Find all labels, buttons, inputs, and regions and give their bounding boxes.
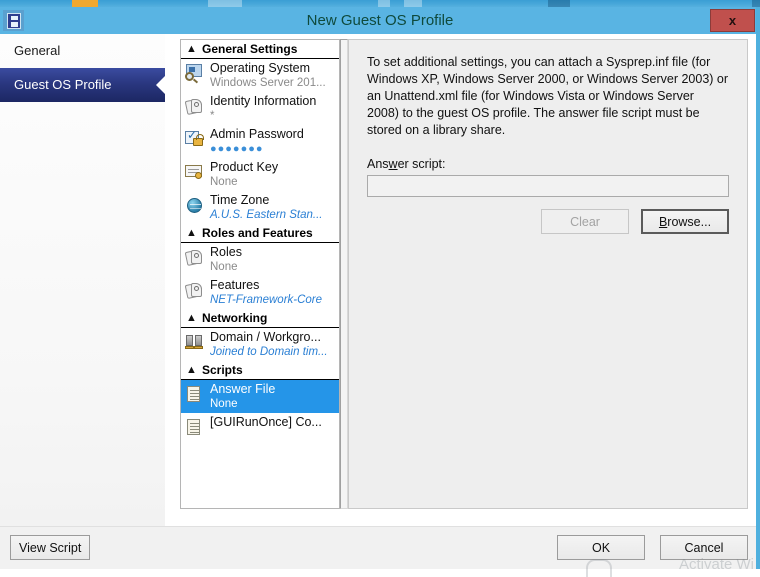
tree-row-value: A.U.S. Eastern Stan... [210, 209, 323, 221]
browse-button[interactable]: Browse... [641, 209, 729, 234]
view-script-button[interactable]: View Script [10, 535, 91, 560]
background-taskbar-strip [0, 0, 760, 7]
tree-row-title: Admin Password [210, 127, 304, 141]
tree-row-value: Windows Server 201... [210, 77, 326, 89]
collapse-up-icon[interactable]: ▲ [185, 309, 198, 328]
tree-section-header-roles-and-features[interactable]: ▲ Roles and Features [181, 224, 339, 243]
tree-row-value: NET-Framework-Core [210, 294, 323, 306]
tree-row-title: Domain / Workgro... [210, 330, 321, 344]
cancel-button[interactable]: Cancel [660, 535, 748, 560]
tree-row-title: Roles [210, 245, 242, 259]
tree-row-product-key[interactable]: Product Key None [181, 158, 339, 191]
tree-row-title: Operating System [210, 61, 311, 75]
tree-row-title: Answer File [210, 382, 276, 396]
title-bar: New Guest OS Profile x [0, 7, 760, 34]
tree-row-time-zone[interactable]: Time Zone A.U.S. Eastern Stan... [181, 191, 339, 224]
detail-button-row: Clear Browse... [367, 209, 729, 234]
tree-row-operating-system[interactable]: Operating System Windows Server 201... [181, 59, 339, 92]
sidebar-item-label: General [14, 43, 61, 58]
taskbar-chip [548, 0, 570, 7]
tree-row-value: Joined to Domain tim... [210, 346, 328, 358]
tree-row-value: None [210, 176, 238, 188]
tree-scrollbar[interactable] [340, 39, 348, 509]
activate-windows-watermark-icon [586, 559, 612, 577]
tree-row-title: Identity Information [210, 94, 317, 108]
tree-row-domain-workgroup[interactable]: Domain / Workgro... Joined to Domain tim… [181, 328, 339, 361]
tree-section-label: Networking [202, 310, 268, 325]
settings-tree[interactable]: ▲ General Settings Operating System Wind… [180, 39, 340, 509]
tree-row-title: Features [210, 278, 260, 292]
tree-section-header-scripts[interactable]: ▲ Scripts [181, 361, 339, 380]
features-tags-icon [184, 280, 207, 302]
tree-row-value: ●●●●●●● [210, 143, 264, 155]
tree-row-title: [GUIRunOnce] Co... [210, 415, 322, 429]
tree-section-label: General Settings [202, 41, 298, 56]
window-title: New Guest OS Profile [306, 12, 454, 29]
tree-section-label: Scripts [202, 362, 243, 377]
taskbar-chip [404, 0, 422, 7]
dialog-footer: View Script OK Cancel Activate Wi [0, 526, 760, 577]
admin-password-icon [185, 128, 207, 151]
tree-row-value: * [210, 110, 215, 122]
sidebar-nav: General Guest OS Profile [0, 34, 166, 526]
tree-row-guirunonce-commands[interactable]: [GUIRunOnce] Co... [181, 413, 339, 446]
answer-file-icon [185, 384, 207, 406]
domain-workgroup-icon [185, 332, 207, 354]
tree-row-features[interactable]: Features NET-Framework-Core [181, 276, 339, 309]
answer-script-label: Answer script: [367, 157, 446, 171]
tree-row-roles[interactable]: Roles None [181, 243, 339, 276]
tree-section-label: Roles and Features [202, 225, 313, 240]
tree-row-admin-password[interactable]: Admin Password ●●●●●●● [181, 125, 339, 158]
roles-tags-icon [184, 247, 207, 269]
dialog-window: New Guest OS Profile x General Guest OS … [0, 7, 760, 577]
taskbar-chip [208, 0, 242, 7]
clear-button[interactable]: Clear [541, 209, 629, 234]
tree-row-title: Time Zone [210, 193, 270, 207]
tree-row-value: None [210, 398, 238, 410]
selection-arrow-icon [156, 76, 165, 94]
product-key-icon [185, 162, 207, 184]
detail-panel: To set additional settings, you can atta… [348, 39, 748, 509]
guirunonce-icon [185, 417, 207, 439]
answer-script-input[interactable] [367, 175, 729, 197]
sidebar-item-general[interactable]: General [0, 34, 165, 68]
taskbar-chip [72, 0, 98, 7]
tree-row-title: Product Key [210, 160, 279, 174]
tree-row-identity-information[interactable]: Identity Information * [181, 92, 339, 125]
collapse-up-icon[interactable]: ▲ [185, 361, 198, 380]
close-button[interactable]: x [710, 9, 755, 32]
time-zone-icon [185, 195, 207, 217]
taskbar-chip [378, 0, 390, 7]
background-right-edge [756, 7, 760, 569]
sidebar-item-guest-os-profile[interactable]: Guest OS Profile [0, 68, 165, 102]
identity-tags-icon [184, 96, 207, 118]
detail-description: To set additional settings, you can atta… [367, 55, 729, 137]
taskbar-chip [752, 0, 760, 7]
collapse-up-icon[interactable]: ▲ [185, 40, 198, 59]
tree-section-header-general-settings[interactable]: ▲ General Settings [181, 40, 339, 59]
operating-system-icon [185, 63, 207, 85]
tree-row-answer-file[interactable]: Answer File None [181, 380, 339, 413]
sidebar-item-label: Guest OS Profile [14, 77, 112, 92]
dialog-content: General Guest OS Profile ▲ General Setti… [0, 34, 760, 526]
tree-row-value: None [210, 261, 238, 273]
ok-button[interactable]: OK [557, 535, 645, 560]
collapse-up-icon[interactable]: ▲ [185, 224, 198, 243]
tree-section-header-networking[interactable]: ▲ Networking [181, 309, 339, 328]
